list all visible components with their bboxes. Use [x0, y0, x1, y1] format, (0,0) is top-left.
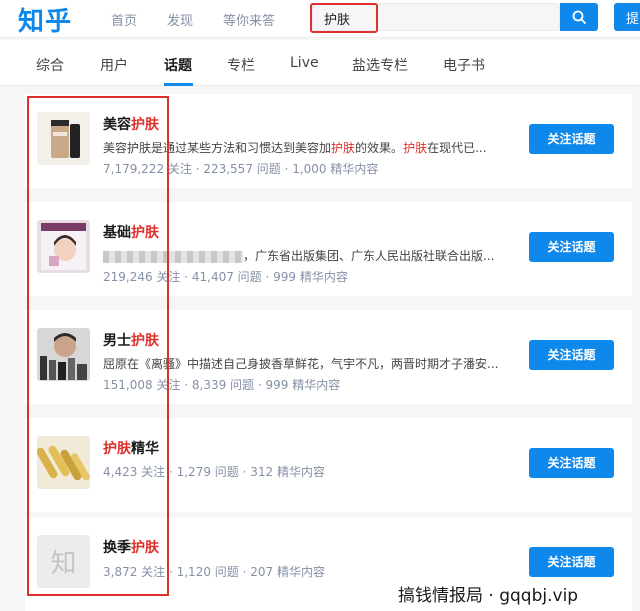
top-header: 知乎 首页 发现 等你来答 护肤 提 — [0, 0, 640, 38]
active-tab-indicator — [164, 83, 193, 86]
nav-home[interactable]: 首页 — [111, 10, 137, 29]
tab-users[interactable]: 用户 — [100, 55, 128, 75]
search-highlight-annotation — [310, 3, 378, 33]
search-button[interactable] — [560, 3, 598, 31]
nav-discover[interactable]: 发现 — [167, 10, 193, 29]
follow-topic-button[interactable]: 关注话题 — [529, 232, 614, 262]
tab-live[interactable]: Live — [290, 55, 319, 71]
tab-columns[interactable]: 专栏 — [227, 55, 255, 75]
search-icon — [572, 10, 586, 24]
follow-topic-button[interactable]: 关注话题 — [529, 124, 614, 154]
tab-salt-columns[interactable]: 盐选专栏 — [352, 55, 408, 75]
thumbnail-highlight-annotation — [27, 96, 169, 596]
tab-topics[interactable]: 话题 — [164, 55, 192, 75]
follow-topic-button[interactable]: 关注话题 — [529, 448, 614, 478]
follow-topic-button[interactable]: 关注话题 — [529, 340, 614, 370]
search-tabs: 综合 用户 话题 专栏 Live 盐选专栏 电子书 — [0, 40, 640, 86]
watermark-text: 搞钱情报局 · gqqbj.vip — [398, 586, 579, 606]
follow-topic-button[interactable]: 关注话题 — [529, 547, 614, 577]
tab-ebooks[interactable]: 电子书 — [443, 55, 485, 75]
ask-question-button[interactable]: 提 — [614, 3, 640, 31]
tab-all[interactable]: 综合 — [36, 55, 64, 75]
zhihu-logo[interactable]: 知乎 — [18, 1, 72, 38]
nav-waiting-answers[interactable]: 等你来答 — [223, 10, 275, 29]
